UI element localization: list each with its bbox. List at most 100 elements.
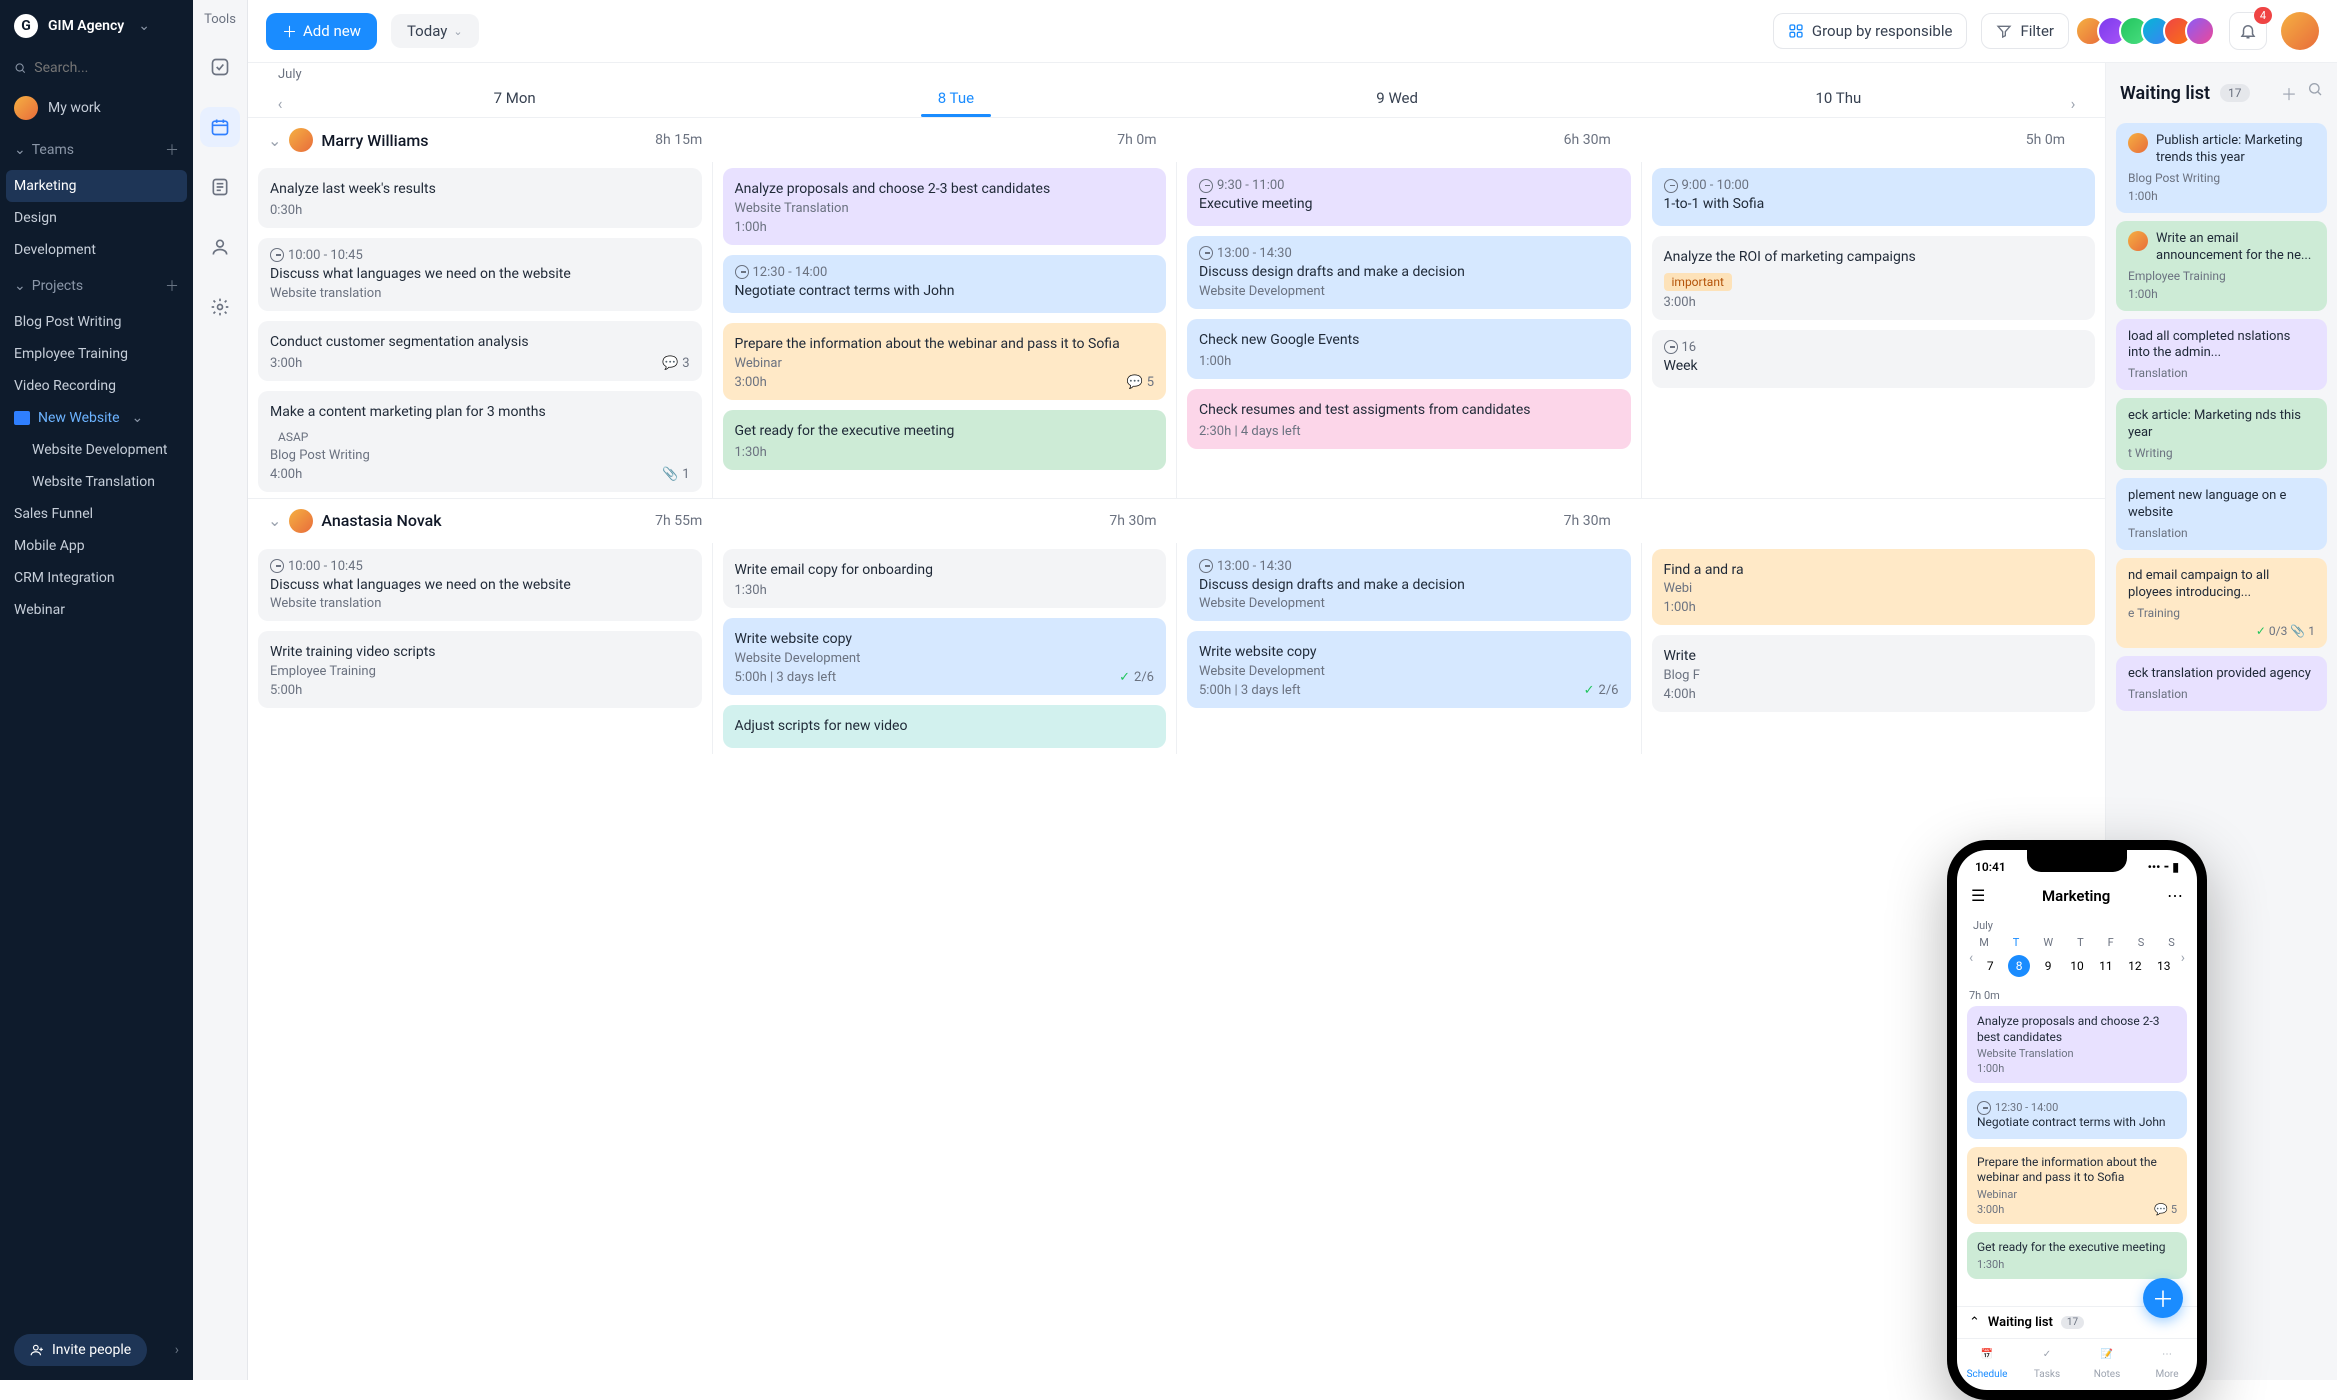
task-card[interactable]: Make a content marketing plan for 3 mont… [258, 391, 702, 492]
phone-task-card[interactable]: 12:30 - 14:00Negotiate contract terms wi… [1967, 1091, 2187, 1139]
phone-tab[interactable]: ✓Tasks [2017, 1339, 2077, 1390]
phone-task-card[interactable]: Analyze proposals and choose 2-3 best ca… [1967, 1006, 2187, 1083]
filter-button[interactable]: Filter [1981, 13, 2069, 49]
task-card[interactable]: Write website copyWebsite Development5:0… [723, 618, 1167, 695]
chevron-down-icon[interactable]: ⌄ [268, 131, 281, 150]
phone-next-icon[interactable]: › [2181, 950, 2185, 966]
phone-date[interactable]: 7 [1979, 959, 2001, 973]
task-card[interactable]: Write website copyWebsite Development5:0… [1187, 631, 1631, 708]
phone-date[interactable]: 8 [2008, 955, 2030, 977]
invite-people-button[interactable]: Invite people [14, 1334, 147, 1366]
search-waiting-icon[interactable] [2307, 81, 2323, 105]
waiting-card[interactable]: plement new language on e websiteTransla… [2116, 478, 2327, 550]
team-item-marketing[interactable]: Marketing [6, 170, 187, 202]
phone-tab[interactable]: ⋯More [2137, 1339, 2197, 1390]
task-project: Website Development [735, 651, 1155, 666]
project-item[interactable]: Video Recording [0, 370, 193, 402]
project-sub-item[interactable]: Website Development [0, 434, 193, 466]
notifications-button[interactable]: 4 [2229, 12, 2267, 50]
waiting-card[interactable]: load all completed nslations into the ad… [2116, 319, 2327, 391]
task-title: Discuss design drafts and make a decisio… [1199, 576, 1619, 595]
task-card[interactable]: 9:30 - 11:00Executive meeting [1187, 168, 1631, 226]
task-card[interactable]: Find a and raWebi1:00h [1652, 549, 2096, 626]
phone-date[interactable]: 9 [2037, 959, 2059, 973]
team-item-development[interactable]: Development [0, 234, 193, 266]
people-icon[interactable] [200, 227, 240, 267]
task-card[interactable]: Write email copy for onboarding1:30h [723, 549, 1167, 609]
project-item[interactable]: Employee Training [0, 338, 193, 370]
task-card[interactable]: Prepare the information about the webina… [723, 323, 1167, 400]
project-sub-item[interactable]: Website Translation [0, 466, 193, 498]
day-tab[interactable]: 7 Mon [294, 73, 735, 117]
day-tab[interactable]: 9 Wed [1177, 73, 1618, 117]
phone-date[interactable]: 10 [2066, 959, 2088, 973]
task-card[interactable]: Check resumes and test assigments from c… [1187, 389, 1631, 449]
task-card[interactable]: Adjust scripts for new video [723, 705, 1167, 748]
task-card[interactable]: Conduct customer segmentation analysis3:… [258, 321, 702, 381]
phone-task-card[interactable]: Prepare the information about the webina… [1967, 1147, 2187, 1224]
teams-header[interactable]: ⌄ Teams ＋ [0, 130, 193, 170]
task-card[interactable]: Write training video scriptsEmployee Tra… [258, 631, 702, 708]
phone-tab[interactable]: 📅Schedule [1957, 1339, 2017, 1390]
project-item[interactable]: CRM Integration [0, 562, 193, 594]
task-card[interactable]: 9:00 - 10:001-to-1 with Sofia [1652, 168, 2096, 226]
settings-icon[interactable] [200, 287, 240, 327]
notes-icon[interactable] [200, 167, 240, 207]
task-card[interactable]: Analyze last week's results0:30h [258, 168, 702, 228]
phone-more-icon[interactable]: ⋯ [2167, 886, 2183, 905]
task-card[interactable]: 10:00 - 10:45Discuss what languages we n… [258, 238, 702, 311]
next-week-button[interactable]: › [2059, 73, 2087, 117]
add-project-icon[interactable]: ＋ [165, 276, 179, 296]
task-card[interactable]: 10:00 - 10:45Discuss what languages we n… [258, 549, 702, 622]
search-input[interactable] [34, 60, 179, 76]
phone-add-button[interactable]: ＋ [2143, 1278, 2183, 1318]
waiting-card[interactable]: Write an email announcement for the ne..… [2116, 221, 2327, 311]
waiting-card-footer: 1:00h [2128, 287, 2315, 301]
team-item-design[interactable]: Design [0, 202, 193, 234]
project-item[interactable]: Webinar [0, 594, 193, 626]
waiting-card-meta: Translation [2128, 526, 2315, 540]
task-card[interactable]: 16Week [1652, 330, 2096, 388]
task-card[interactable]: Analyze the ROI of marketing campaignsim… [1652, 236, 2096, 320]
chevron-right-icon[interactable]: › [175, 1342, 179, 1358]
today-button[interactable]: Today ⌄ [391, 14, 479, 48]
add-new-button[interactable]: ＋ Add new [266, 13, 377, 50]
add-waiting-icon[interactable]: ＋ [2281, 81, 2297, 105]
projects-header[interactable]: ⌄ Projects ＋ [0, 266, 193, 306]
profile-avatar[interactable] [2281, 12, 2319, 50]
invite-section: Invite people › [0, 1320, 193, 1380]
task-card[interactable]: 13:00 - 14:30Discuss design drafts and m… [1187, 236, 1631, 309]
task-card[interactable]: 13:00 - 14:30Discuss design drafts and m… [1187, 549, 1631, 622]
waiting-card[interactable]: eck translation provided agencyTranslati… [2116, 656, 2327, 711]
task-card[interactable]: WriteBlog F4:00h [1652, 635, 2096, 712]
project-item[interactable]: Blog Post Writing [0, 306, 193, 338]
search-box[interactable] [14, 60, 179, 76]
chevron-down-icon[interactable]: ⌄ [268, 511, 281, 530]
avatar-stack[interactable] [2083, 16, 2215, 46]
task-card[interactable]: Analyze proposals and choose 2-3 best ca… [723, 168, 1167, 245]
project-item[interactable]: Sales Funnel [0, 498, 193, 530]
task-card[interactable]: Check new Google Events1:00h [1187, 319, 1631, 379]
waiting-card[interactable]: Publish article: Marketing trends this y… [2116, 123, 2327, 213]
phone-tab[interactable]: 📝Notes [2077, 1339, 2137, 1390]
day-tab[interactable]: 8 Tue [735, 73, 1176, 117]
group-by-button[interactable]: Group by responsible [1773, 13, 1968, 49]
waiting-card[interactable]: eck article: Marketing nds this yeart Wr… [2116, 398, 2327, 470]
org-switcher[interactable]: G GIM Agency ⌄ [0, 0, 193, 52]
phone-menu-icon[interactable]: ☰ [1971, 886, 1985, 905]
my-work-link[interactable]: My work [0, 86, 193, 130]
task-card[interactable]: 12:30 - 14:00Negotiate contract terms wi… [723, 255, 1167, 313]
day-tab[interactable]: 10 Thu [1618, 73, 2059, 117]
task-duration: 1:30h [735, 445, 767, 460]
phone-task-card[interactable]: Get ready for the executive meeting1:30h [1967, 1232, 2187, 1279]
phone-date[interactable]: 12 [2124, 959, 2146, 973]
tasks-icon[interactable] [200, 47, 240, 87]
task-card[interactable]: Get ready for the executive meeting1:30h [723, 410, 1167, 470]
waiting-card[interactable]: nd email campaign to all ployees introdu… [2116, 558, 2327, 648]
add-team-icon[interactable]: ＋ [165, 140, 179, 160]
phone-date[interactable]: 13 [2153, 959, 2175, 973]
project-item[interactable]: Mobile App [0, 530, 193, 562]
phone-date[interactable]: 11 [2095, 959, 2117, 973]
project-folder[interactable]: New Website ⌄ [0, 402, 193, 434]
calendar-icon[interactable] [200, 107, 240, 147]
